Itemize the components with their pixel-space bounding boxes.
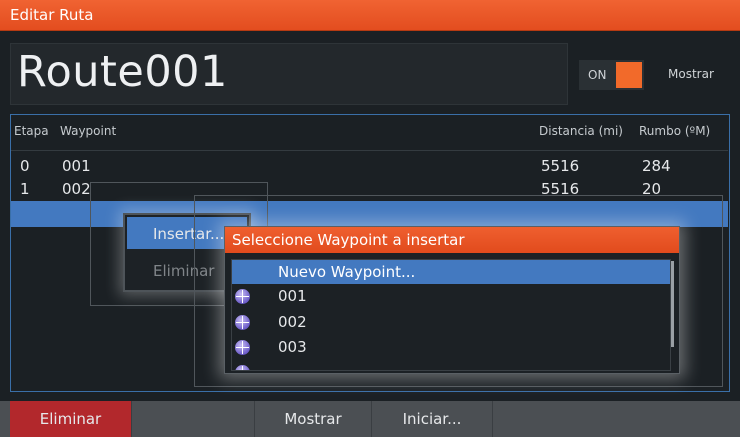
show-toggle[interactable]: ON	[579, 60, 644, 90]
delete-button-label: Eliminar	[39, 410, 102, 428]
waypoint-name: 002	[278, 313, 307, 331]
divider	[492, 401, 493, 437]
row-waypoint: 001	[62, 157, 91, 175]
toggle-indicator	[616, 62, 642, 88]
delete-button[interactable]: Eliminar	[10, 401, 131, 437]
waypoint-icon	[235, 340, 250, 355]
route-edit-window: Editar Ruta Route001 ON Mostrar Etapa Wa…	[0, 0, 740, 437]
col-header-rumbo: Rumbo (ºM)	[639, 124, 711, 138]
col-header-waypoint: Waypoint	[60, 124, 117, 138]
row-etapa: 1	[20, 180, 30, 198]
header-divider	[11, 150, 728, 151]
waypoint-icon	[235, 289, 250, 304]
waypoint-icon	[235, 365, 250, 370]
waypoint-name: 003	[278, 338, 307, 356]
col-header-etapa: Etapa	[14, 124, 49, 138]
col-header-distancia: Distancia (mi)	[539, 124, 623, 138]
list-item[interactable]: 002	[232, 311, 670, 336]
route-name-field[interactable]: Route001	[10, 43, 568, 105]
waypoint-select-dialog: Seleccione Waypoint a insertar Nuevo Way…	[224, 226, 680, 374]
show-button-label: Mostrar	[284, 410, 342, 428]
list-item[interactable]	[232, 361, 670, 370]
show-button[interactable]: Mostrar	[255, 401, 371, 437]
start-button-label: Iniciar...	[402, 410, 462, 428]
divider	[131, 401, 132, 437]
list-item[interactable]: 003	[232, 336, 670, 361]
waypoint-icon	[235, 315, 250, 330]
row-distance: 5516	[541, 157, 580, 175]
title-bar: Editar Ruta	[0, 0, 740, 31]
row-waypoint: 002	[62, 180, 91, 198]
window-title: Editar Ruta	[10, 6, 94, 24]
list-scrollbar[interactable]	[671, 261, 674, 347]
new-waypoint-item[interactable]: Nuevo Waypoint...	[232, 260, 670, 284]
toggle-state-label: ON	[588, 68, 607, 82]
row-bearing: 284	[642, 157, 671, 175]
new-waypoint-label: Nuevo Waypoint...	[278, 263, 416, 281]
dialog-title-bar: Seleccione Waypoint a insertar	[225, 227, 679, 253]
show-label: Mostrar	[668, 67, 714, 81]
waypoint-name: 001	[278, 287, 307, 305]
row-etapa: 0	[20, 157, 30, 175]
waypoint-list: Nuevo Waypoint... 001 002 003	[231, 259, 671, 371]
dialog-title: Seleccione Waypoint a insertar	[232, 231, 465, 249]
list-item[interactable]: 001	[232, 285, 670, 310]
start-button[interactable]: Iniciar...	[372, 401, 492, 437]
route-name: Route001	[17, 47, 228, 97]
